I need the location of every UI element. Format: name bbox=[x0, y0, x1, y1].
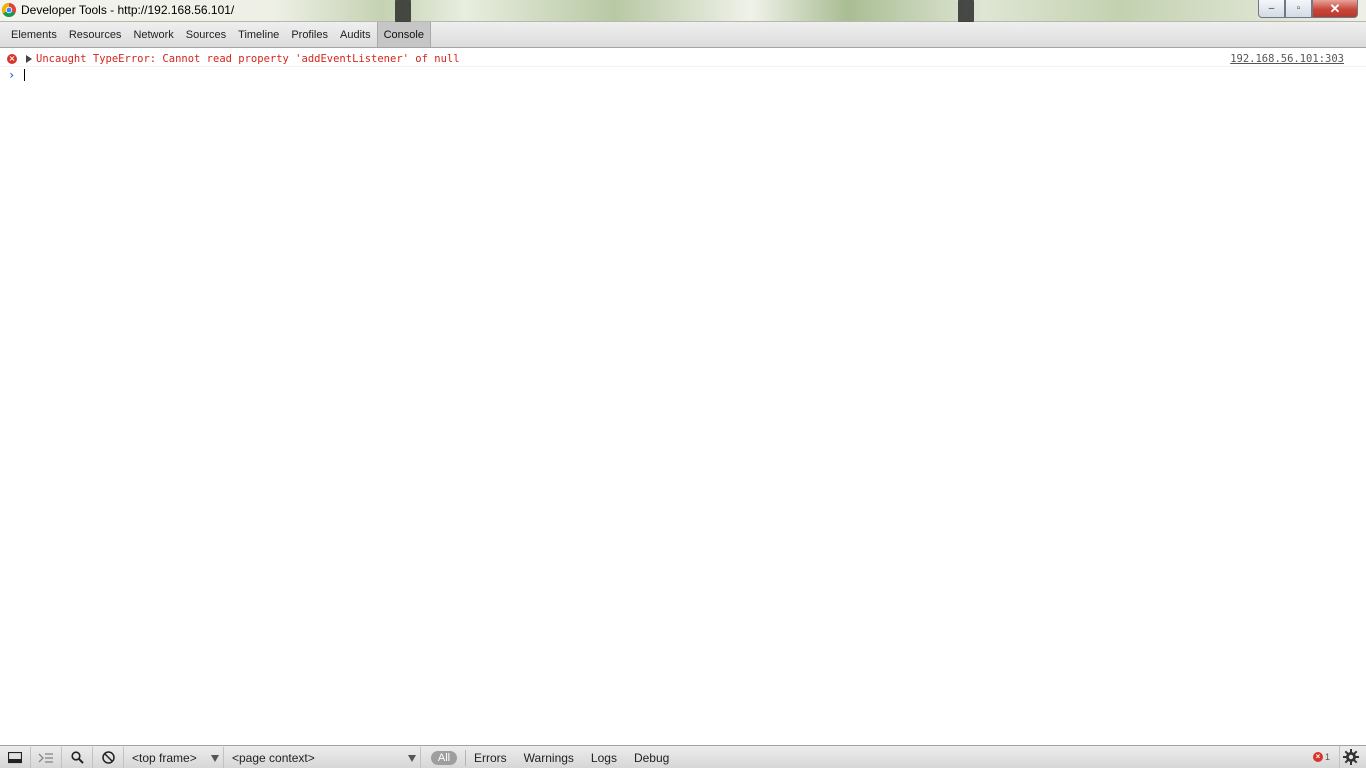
filter-all[interactable]: All bbox=[431, 750, 457, 765]
error-message-text: Uncaught TypeError: Cannot read property… bbox=[36, 53, 460, 65]
tab-elements[interactable]: Elements bbox=[0, 22, 63, 47]
devtools-window: Developer Tools - http://192.168.56.101/… bbox=[0, 0, 1366, 768]
filter-logs[interactable]: Logs bbox=[591, 751, 617, 765]
gear-icon bbox=[1343, 749, 1359, 765]
filter-divider bbox=[465, 749, 466, 766]
tab-resources[interactable]: Resources bbox=[63, 22, 128, 47]
tab-timeline[interactable]: Timeline bbox=[232, 22, 285, 47]
maximize-button[interactable]: ▫ bbox=[1285, 0, 1312, 18]
status-bar: <top frame> <page context> All Errors Wa… bbox=[0, 745, 1366, 768]
filter-debug[interactable]: Debug bbox=[634, 751, 669, 765]
filter-warnings[interactable]: Warnings bbox=[524, 751, 574, 765]
console-error-message[interactable]: × Uncaught TypeError: Cannot read proper… bbox=[0, 48, 1366, 67]
tab-profiles[interactable]: Profiles bbox=[285, 22, 334, 47]
chevron-down-icon bbox=[211, 754, 219, 762]
search-icon bbox=[70, 751, 84, 764]
tab-console[interactable]: Console bbox=[376, 22, 431, 47]
dock-icon bbox=[8, 751, 22, 763]
minimize-button[interactable]: – bbox=[1258, 0, 1285, 18]
minimize-icon: – bbox=[1268, 3, 1275, 14]
frame-select-value: <top frame> bbox=[132, 750, 197, 765]
tab-sources[interactable]: Sources bbox=[180, 22, 232, 47]
error-icon: × bbox=[7, 54, 17, 64]
chevron-down-icon bbox=[408, 754, 416, 762]
expand-triangle-icon[interactable] bbox=[26, 55, 32, 63]
settings-button[interactable] bbox=[1339, 746, 1362, 768]
prompt-chevron-icon: › bbox=[8, 68, 16, 82]
tab-audits[interactable]: Audits bbox=[334, 22, 377, 47]
panel-tabbar: Elements Resources Network Sources Timel… bbox=[0, 22, 1366, 48]
console-panel[interactable]: × Uncaught TypeError: Cannot read proper… bbox=[0, 48, 1366, 744]
dock-button[interactable] bbox=[0, 746, 31, 768]
text-caret bbox=[24, 69, 25, 81]
close-button[interactable]: ✕ bbox=[1312, 0, 1358, 18]
console-prompt[interactable]: › bbox=[0, 67, 1366, 83]
error-source-link[interactable]: 192.168.56.101:303 bbox=[1230, 53, 1344, 65]
search-button[interactable] bbox=[62, 746, 93, 768]
error-count[interactable]: 1 bbox=[1325, 752, 1330, 762]
frame-select[interactable]: <top frame> bbox=[124, 746, 224, 768]
show-drawer-button[interactable] bbox=[31, 746, 62, 768]
execution-context-icon bbox=[38, 752, 53, 763]
title-bar[interactable]: Developer Tools - http://192.168.56.101/… bbox=[0, 0, 1366, 28]
clear-console-button[interactable] bbox=[93, 746, 124, 768]
filter-errors[interactable]: Errors bbox=[474, 751, 507, 765]
chrome-logo-icon bbox=[2, 3, 16, 17]
context-select[interactable]: <page context> bbox=[224, 746, 421, 768]
context-select-value: <page context> bbox=[232, 750, 315, 765]
status-bar-right: × 1 bbox=[1312, 746, 1366, 768]
window-title: Developer Tools - http://192.168.56.101/ bbox=[21, 3, 235, 17]
error-count-icon[interactable]: × bbox=[1312, 752, 1323, 762]
clear-console-icon bbox=[101, 751, 115, 764]
tab-network[interactable]: Network bbox=[127, 22, 179, 47]
maximize-icon: ▫ bbox=[1296, 3, 1301, 14]
close-icon: ✕ bbox=[1329, 0, 1341, 16]
window-controls: – ▫ ✕ bbox=[1258, 0, 1358, 18]
